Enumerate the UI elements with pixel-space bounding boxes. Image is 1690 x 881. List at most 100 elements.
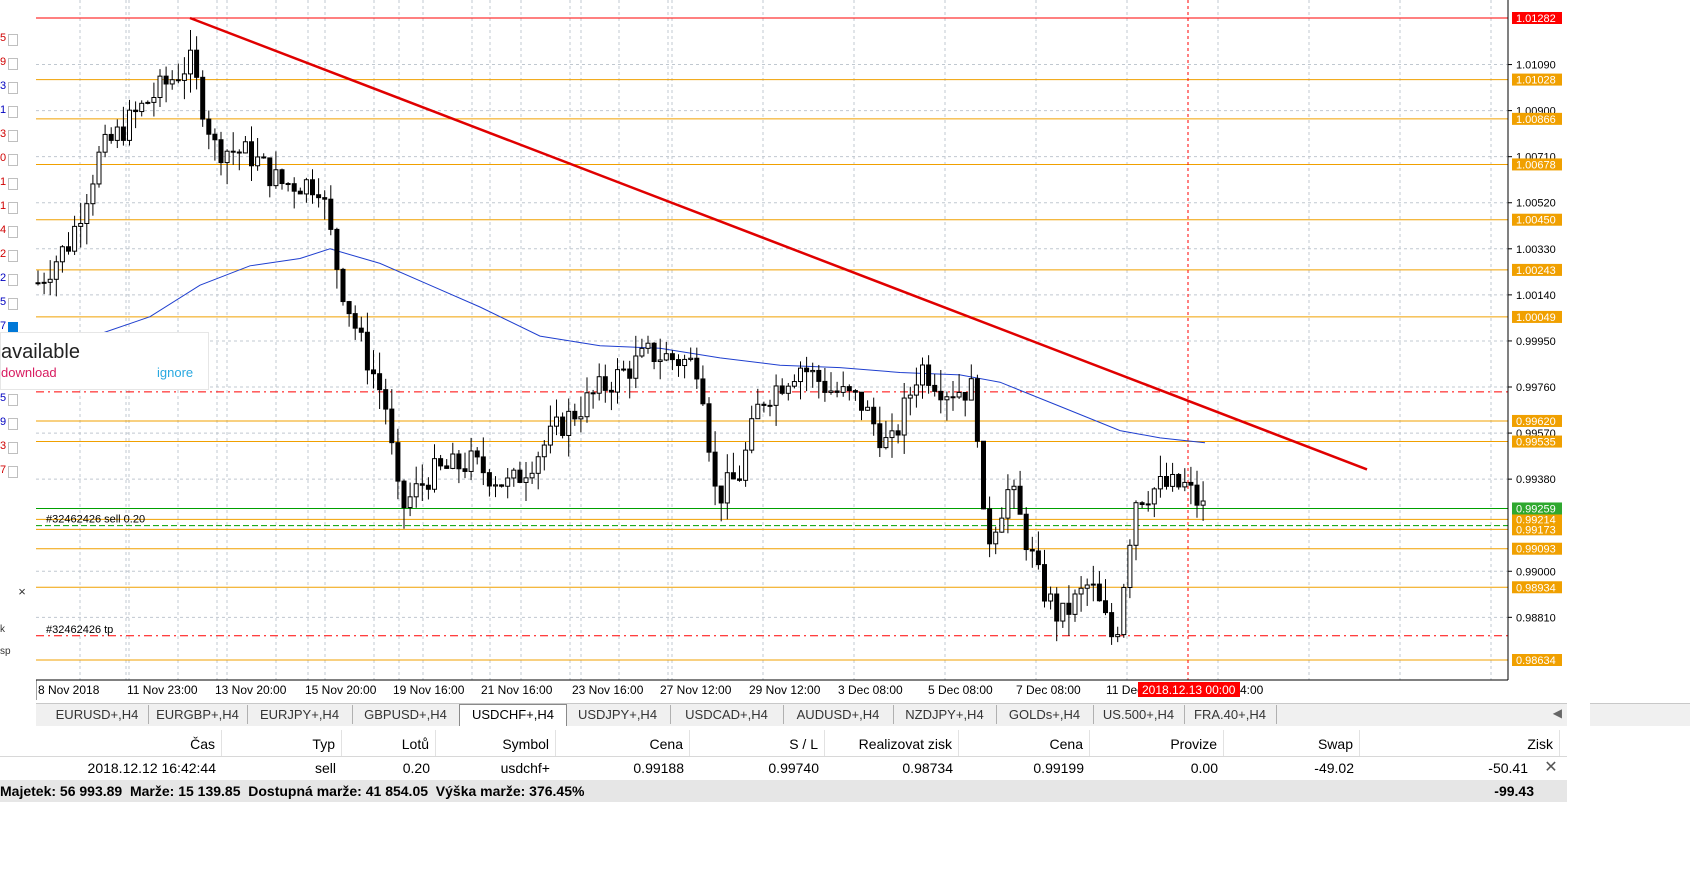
column-header[interactable]: Provize	[1090, 730, 1224, 756]
candle-body	[926, 364, 932, 386]
tab-eurjpy-h4[interactable]: EURJPY+,H4	[247, 705, 353, 724]
bid-price-label: 0.99259	[1516, 503, 1556, 515]
table-row[interactable]: 2018.12.12 16:42:44 sell 0.20 usdchf+ 0.9918…	[0, 757, 1567, 779]
candle-body	[785, 385, 791, 394]
candle-body	[1109, 612, 1115, 638]
tp-label: #32462426 tp	[46, 624, 113, 636]
time-tick-label: 21 Nov 16:00	[481, 683, 553, 697]
candle-body	[474, 450, 480, 458]
candle-body	[1103, 600, 1108, 614]
candle-body	[340, 268, 346, 303]
candle-body	[236, 151, 242, 154]
tab-eurusd-h4[interactable]: EURUSD+,H4	[46, 705, 149, 724]
candle-body	[163, 75, 169, 85]
tab-scroll-left-icon[interactable]: ◀	[1553, 706, 1562, 720]
tab-usdcad-h4[interactable]: USDCAD+,H4	[670, 705, 784, 724]
download-link[interactable]: download	[1, 365, 57, 380]
candle-body	[72, 225, 78, 252]
price-chart[interactable]: #32462426 sell 0.20#32462426 tp#32462426…	[0, 0, 1567, 700]
candle-body	[139, 102, 145, 113]
candle-body	[1157, 476, 1163, 490]
table-cell: 0.99188	[633, 760, 684, 776]
candle-body	[755, 403, 761, 420]
time-tick-label: 5 Dec 08:00	[928, 683, 993, 697]
candle-body	[572, 410, 578, 420]
candle-body	[114, 126, 120, 141]
tab-us-500-h4[interactable]: US.500+,H4	[1093, 705, 1185, 724]
tab-fra-40-h4[interactable]: FRA.40+,H4	[1184, 705, 1277, 724]
summary-total: -99.43	[1494, 783, 1534, 799]
candle-body	[1066, 602, 1072, 615]
candle-body	[523, 477, 529, 483]
candle-body	[590, 392, 596, 395]
candle-body	[352, 313, 358, 329]
candle-body	[889, 430, 895, 439]
candle-body	[1164, 476, 1169, 487]
candle-body	[993, 531, 999, 545]
tab-nzdjpy-h4[interactable]: NZDJPY+,H4	[893, 705, 997, 724]
candle-body	[120, 126, 126, 141]
candle-body	[511, 469, 517, 479]
tab-golds-h4[interactable]: GOLDs+,H4	[996, 705, 1094, 724]
candle-body	[968, 378, 974, 401]
price-tick-label: 1.00520	[1516, 198, 1556, 210]
ignore-link[interactable]: ignore	[157, 365, 193, 380]
candle-body	[529, 472, 535, 479]
tab-usdchf-h4[interactable]: USDCHF+,H4	[459, 704, 567, 726]
time-tick-label: 11 Nov 23:00	[127, 683, 198, 697]
table-cell: sell	[314, 760, 336, 776]
candle-body	[1084, 584, 1090, 589]
candle-body	[59, 246, 65, 263]
column-header[interactable]: Realizovat zisk	[825, 730, 959, 756]
candle-body	[310, 179, 315, 196]
tab-eurgbp-h4[interactable]: EURGBP+,H4	[148, 705, 248, 724]
time-tick-label: 27 Nov 12:00	[660, 683, 732, 697]
candle-body	[505, 477, 511, 487]
candle-body	[224, 150, 230, 164]
column-header[interactable]: Typ	[222, 730, 342, 756]
column-header[interactable]: Symbol	[436, 730, 556, 756]
table-cell: 2018.12.12 16:42:44	[87, 760, 216, 776]
candle-body	[651, 342, 657, 363]
column-header[interactable]: Lotů	[342, 730, 436, 756]
column-header[interactable]: Čas	[0, 730, 222, 756]
candle-body	[773, 385, 779, 406]
price-tick-label: 1.00330	[1516, 244, 1556, 256]
column-header[interactable]: Cena	[959, 730, 1090, 756]
time-tick-label: 7 Dec 08:00	[1016, 683, 1081, 697]
candle-body	[1188, 481, 1194, 486]
price-tick-label: 0.99760	[1516, 382, 1556, 394]
candle-body	[1115, 634, 1121, 638]
candle-body	[273, 169, 279, 187]
candle-body	[779, 385, 785, 394]
level-price-label: 0.98634	[1516, 655, 1556, 667]
right-scroll-area[interactable]	[1567, 0, 1590, 881]
candle-body	[462, 468, 468, 472]
candle-body	[303, 179, 309, 195]
column-header[interactable]: Cena	[556, 730, 690, 756]
candle-body	[230, 150, 236, 153]
candle-body	[987, 508, 993, 545]
close-order-icon[interactable]: ✕	[1543, 757, 1559, 779]
column-header[interactable]: Swap	[1224, 730, 1360, 756]
candle-body	[1151, 488, 1157, 505]
candle-body	[1145, 503, 1151, 506]
candle-body	[1017, 485, 1023, 515]
candle-body	[389, 408, 395, 444]
candle-body	[560, 416, 566, 436]
candle-body	[517, 469, 523, 483]
tab-audusd-h4[interactable]: AUDUSD+,H4	[783, 705, 894, 724]
candle-body	[438, 458, 444, 467]
candle-body	[633, 355, 639, 379]
tab-gbpusd-h4[interactable]: GBPUSD+,H4	[352, 705, 460, 724]
candle-body	[401, 480, 407, 509]
candle-body	[364, 331, 370, 371]
tab-usdjpy-h4[interactable]: USDJPY+,H4	[565, 705, 671, 724]
column-header[interactable]: Zisk	[1360, 730, 1560, 756]
candle-body	[804, 367, 810, 373]
marker-date-label: 2018.12.13 00:00	[1142, 683, 1236, 697]
candle-body	[541, 444, 547, 458]
column-header[interactable]: S / L	[690, 730, 825, 756]
candle-body	[291, 183, 297, 192]
table-cell: 0.00	[1190, 760, 1218, 776]
